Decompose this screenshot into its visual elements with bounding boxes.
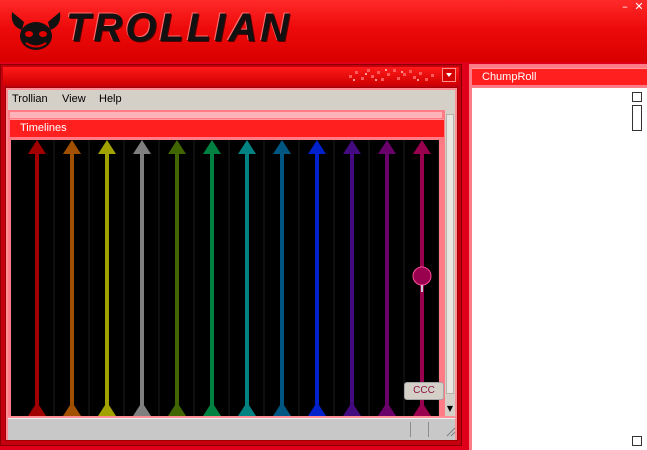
timeline-lane[interactable] — [168, 140, 195, 416]
marker-label-ccc[interactable]: CCC — [404, 382, 444, 400]
timeline-lanes-graphic — [28, 140, 439, 416]
status-divider — [428, 422, 429, 437]
window-menu-dropdown-button[interactable] — [442, 68, 456, 82]
chumproll-window: ChumpRoll — [469, 64, 647, 450]
scrollbar-thumb[interactable] — [446, 114, 454, 394]
timelines-title: Timelines — [20, 122, 67, 134]
timeline-lane[interactable] — [378, 140, 405, 416]
status-divider — [410, 422, 411, 437]
timeline-lane[interactable] — [203, 140, 230, 416]
troll-horns-icon — [11, 12, 61, 50]
panel-divider — [10, 112, 442, 118]
close-button[interactable]: ✕ — [633, 1, 645, 13]
timelines-header: Timelines — [10, 119, 444, 137]
menu-item-view[interactable]: View — [62, 93, 86, 105]
timeline-lane[interactable] — [98, 140, 125, 416]
timeline-lane[interactable] — [308, 140, 335, 416]
timeline-lane[interactable] — [63, 140, 90, 416]
timeline-lane[interactable] — [273, 140, 300, 416]
app-header: TROLLIAN – ✕ — [0, 0, 647, 62]
app-logo-text: TROLLIAN — [66, 6, 293, 50]
timeline-lane[interactable] — [238, 140, 265, 416]
timeline-lanes — [11, 140, 439, 416]
chumproll-scroll-up-button[interactable] — [632, 92, 642, 102]
chumproll-header: ChumpRoll — [472, 68, 647, 85]
chumproll-scroll-down-button[interactable] — [632, 436, 642, 446]
menu-item-trollian[interactable]: Trollian — [12, 93, 48, 105]
trollian-inner-frame: Trollian View Help Timelines ▼ CCC — [5, 87, 458, 441]
pixel-decoration-icon — [349, 69, 434, 81]
menu-item-help[interactable]: Help — [99, 93, 122, 105]
chumproll-scrollbar-thumb[interactable] — [632, 105, 642, 131]
timeline-lane[interactable] — [343, 140, 370, 416]
timeline-lane[interactable] — [28, 140, 55, 416]
chumproll-title: ChumpRoll — [482, 71, 537, 83]
menu-bar: Trollian View Help — [8, 90, 455, 110]
resize-grip-icon[interactable] — [444, 425, 456, 437]
timeline-marker-dot[interactable] — [412, 266, 432, 286]
chumproll-list[interactable] — [472, 88, 647, 450]
timelines-window: Trollian View Help Timelines ▼ CCC — [0, 64, 462, 446]
minimize-button[interactable]: – — [619, 1, 631, 13]
status-bar — [8, 418, 456, 440]
scroll-down-arrow-icon[interactable]: ▼ — [446, 404, 454, 414]
timeline-lane[interactable] — [133, 140, 160, 416]
